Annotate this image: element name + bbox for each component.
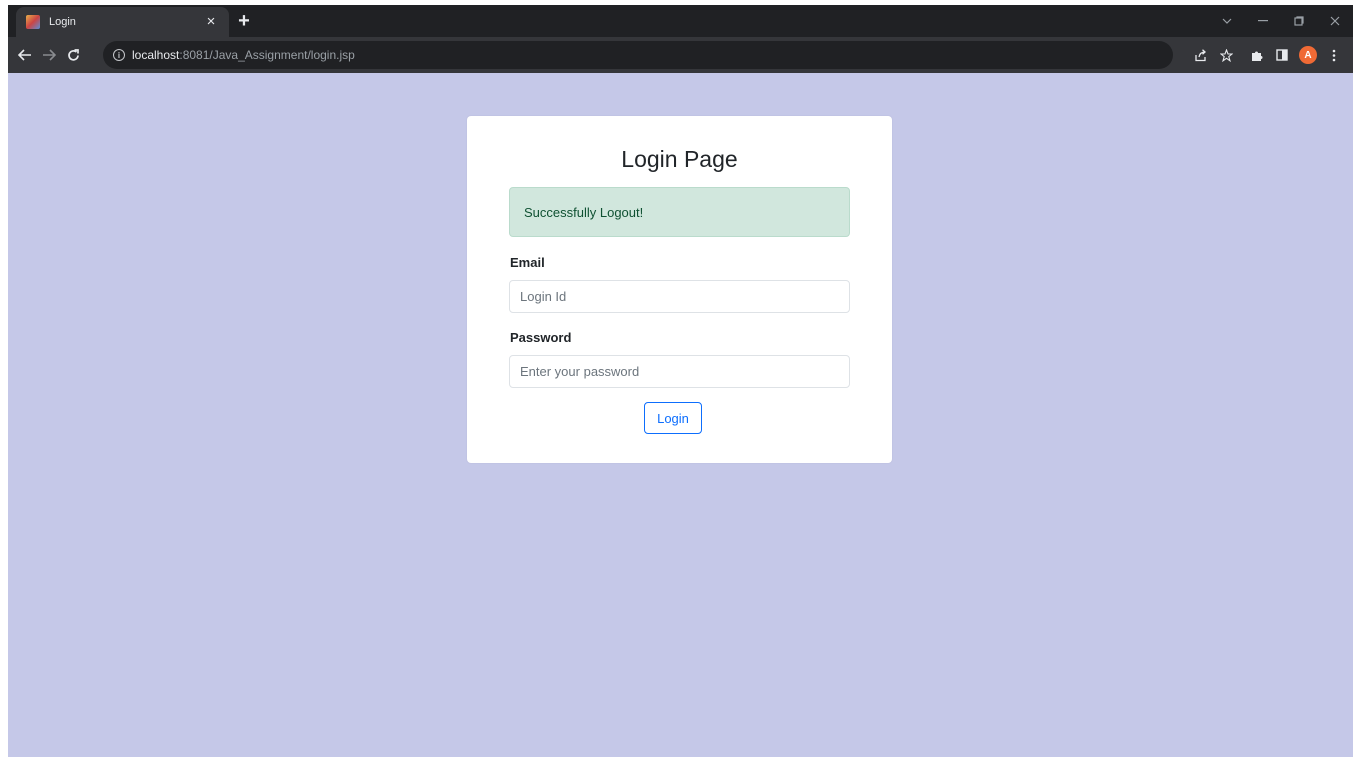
toolbar-actions: A <box>1187 37 1347 73</box>
tab-title: Login <box>49 16 76 28</box>
page-content: Login Page Successfully Logout! Email Pa… <box>8 73 1353 757</box>
new-tab-button[interactable]: + <box>234 11 254 31</box>
reload-icon[interactable] <box>62 44 84 66</box>
browser-window: Login × + i localhost:8081/Java_Assignme… <box>8 5 1353 757</box>
browser-toolbar: i localhost:8081/Java_Assignment/login.j… <box>8 37 1353 73</box>
avatar: A <box>1299 46 1317 64</box>
restore-icon[interactable] <box>1281 5 1317 37</box>
minimize-icon[interactable] <box>1245 5 1281 37</box>
password-field[interactable] <box>509 355 850 388</box>
tab-close-icon[interactable]: × <box>203 14 219 30</box>
url-host: localhost <box>132 48 180 62</box>
logout-success-alert: Successfully Logout! <box>509 187 850 237</box>
window-controls <box>1209 5 1353 37</box>
email-field[interactable] <box>509 280 850 313</box>
forward-arrow-icon[interactable] <box>38 44 60 66</box>
back-arrow-icon[interactable] <box>14 44 36 66</box>
favicon-icon <box>26 15 40 29</box>
email-label: Email <box>510 255 545 270</box>
site-info-icon[interactable]: i <box>113 49 125 61</box>
login-card: Login Page Successfully Logout! Email Pa… <box>467 116 892 463</box>
side-panel-icon[interactable] <box>1269 42 1295 68</box>
close-window-icon[interactable] <box>1317 5 1353 37</box>
url-text[interactable]: localhost:8081/Java_Assignment/login.jsp <box>132 48 355 62</box>
page-title: Login Page <box>621 146 738 172</box>
address-bar[interactable]: i localhost:8081/Java_Assignment/login.j… <box>103 41 1173 69</box>
url-path: :8081/Java_Assignment/login.jsp <box>179 48 355 62</box>
kebab-menu-icon[interactable] <box>1321 42 1347 68</box>
tab-search-icon[interactable] <box>1209 5 1245 37</box>
tab-strip: Login × + <box>8 5 1353 37</box>
star-icon[interactable] <box>1213 42 1239 68</box>
profile-avatar[interactable]: A <box>1295 42 1321 68</box>
puzzle-icon[interactable] <box>1243 42 1269 68</box>
password-label: Password <box>510 330 572 345</box>
share-icon[interactable] <box>1187 42 1213 68</box>
login-button[interactable]: Login <box>644 402 702 434</box>
tab-login[interactable]: Login × <box>16 7 229 37</box>
